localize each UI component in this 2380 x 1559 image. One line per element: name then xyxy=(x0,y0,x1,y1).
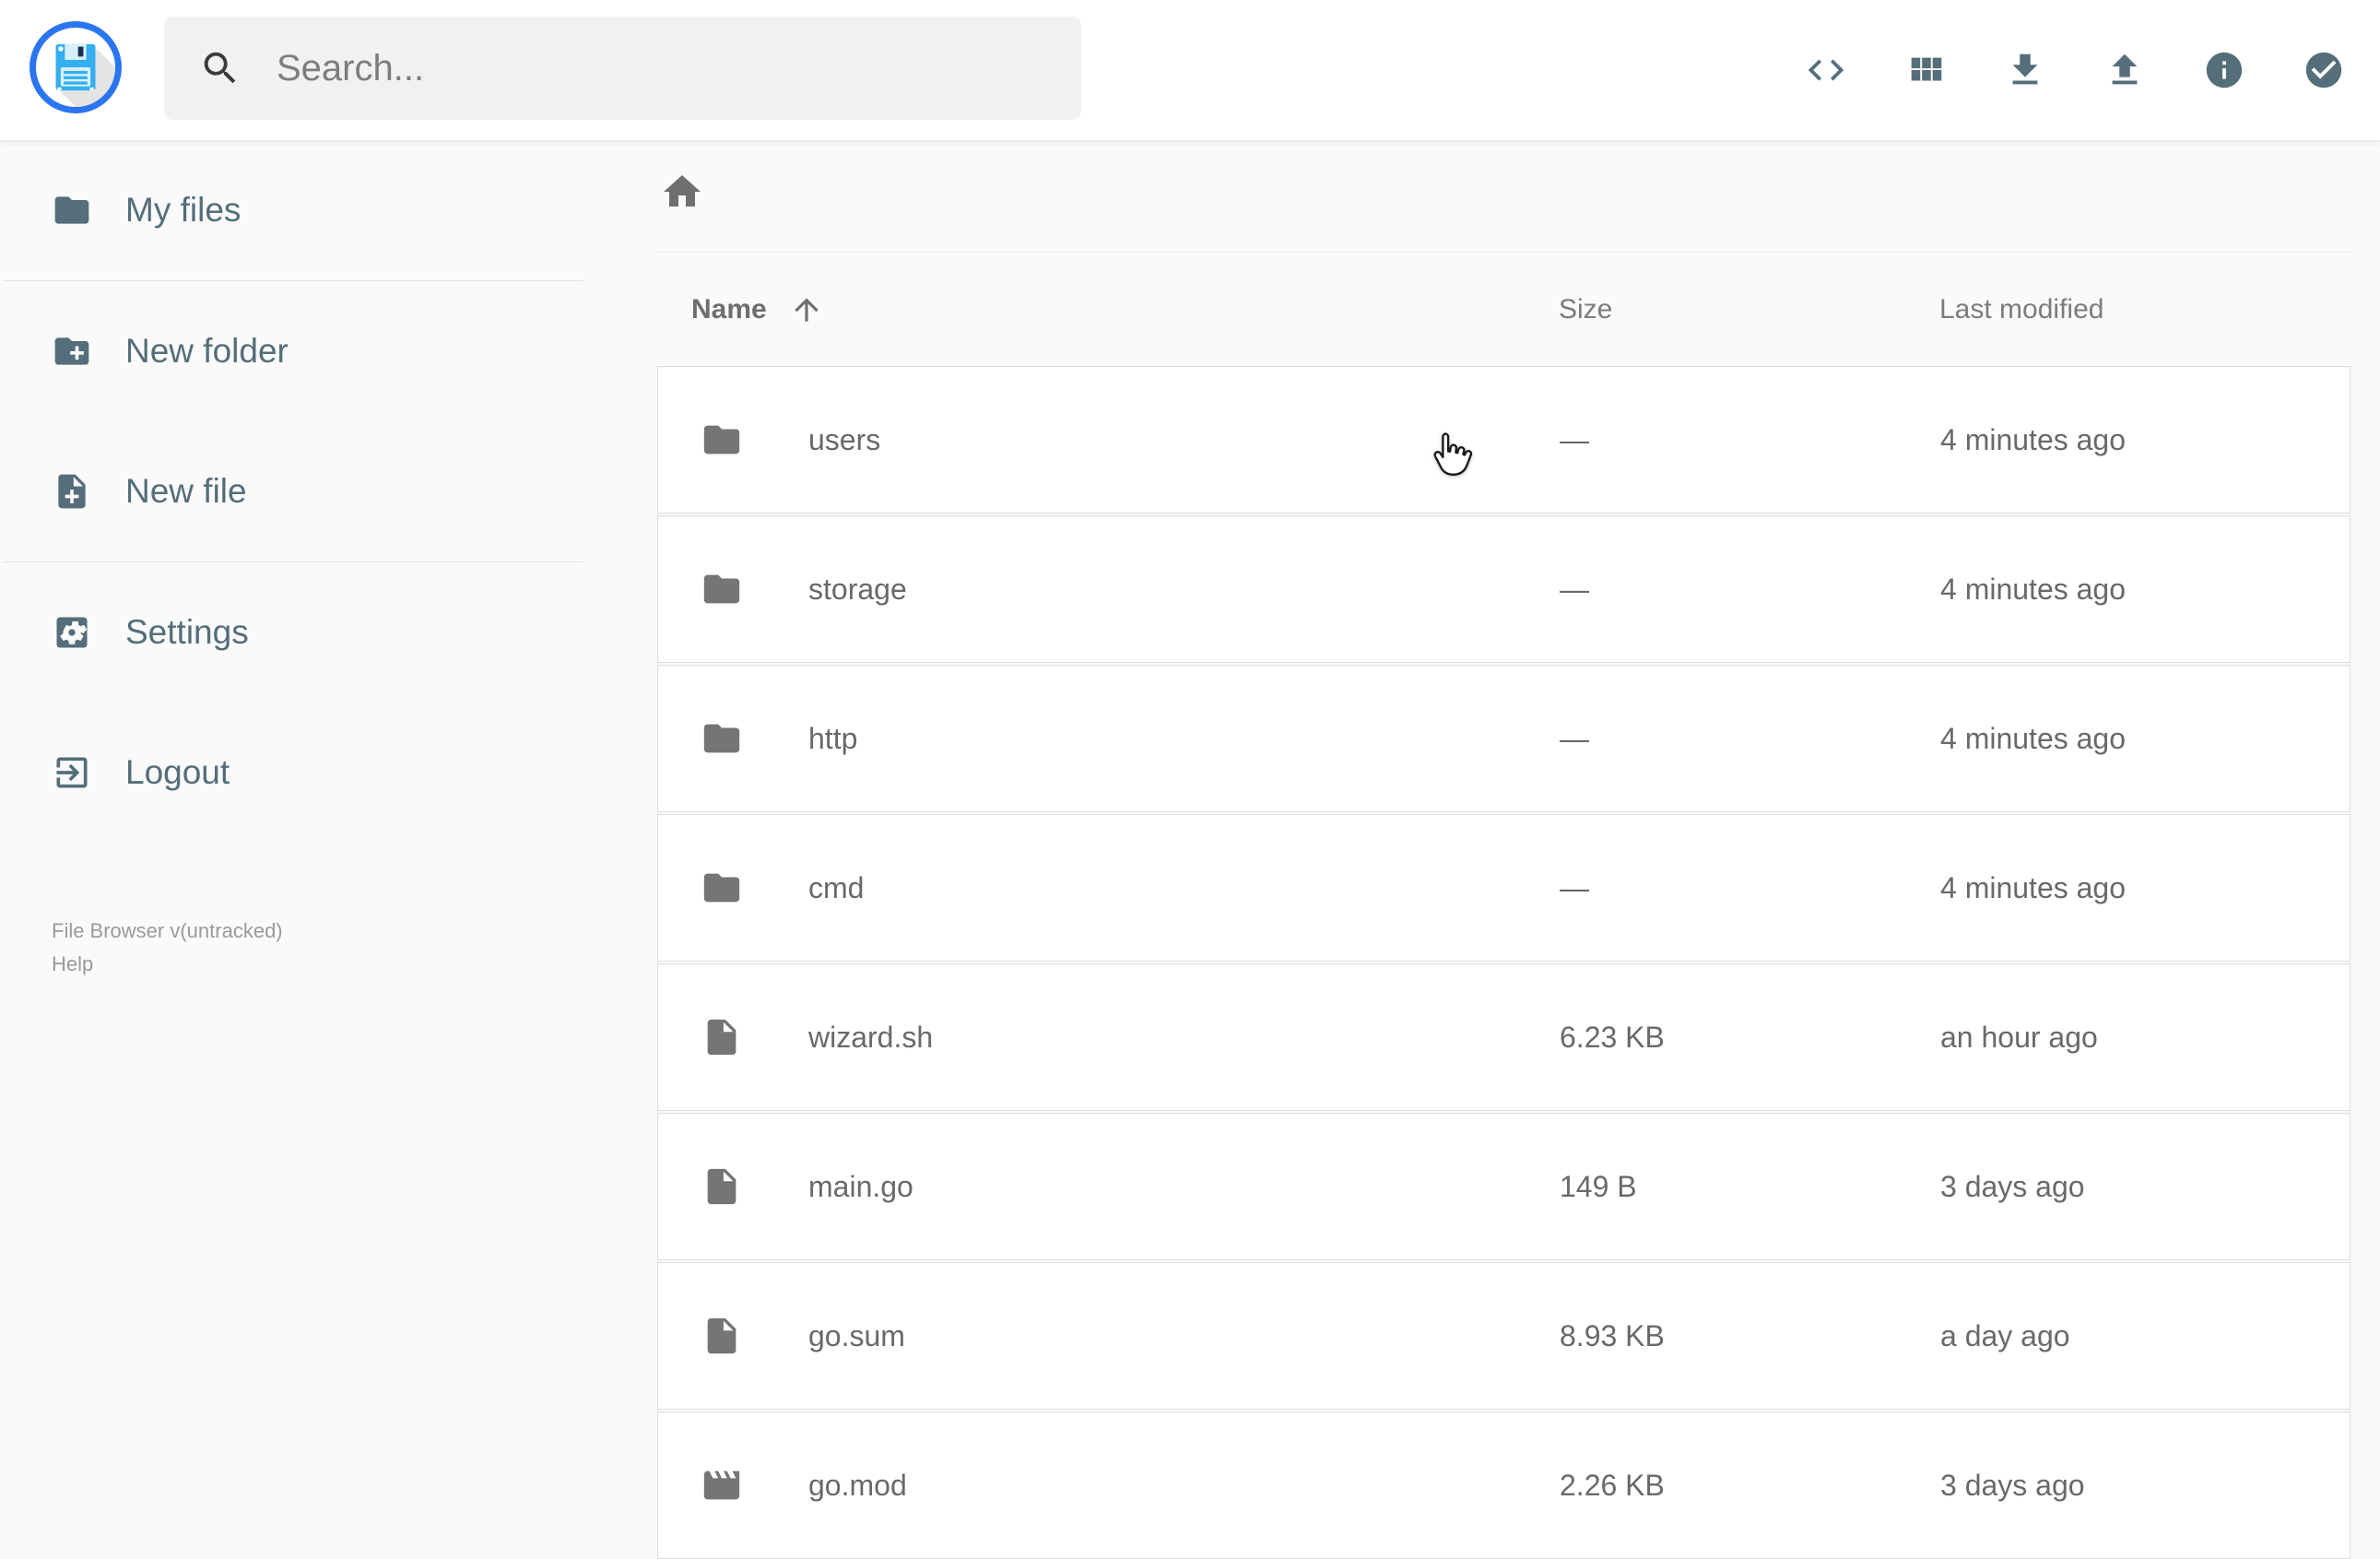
grid-view-icon xyxy=(1904,49,1947,91)
file-modified: an hour ago xyxy=(1940,1020,2098,1054)
sidebar-item-new-file[interactable]: New file xyxy=(0,421,585,561)
download-button[interactable] xyxy=(2004,49,2046,91)
switch-view-button[interactable] xyxy=(1904,49,1947,91)
folder-icon xyxy=(701,867,743,909)
file-size: — xyxy=(1560,422,1589,456)
column-label: Name xyxy=(691,293,767,325)
file-name: cmd xyxy=(808,870,865,904)
file-modified: 3 days ago xyxy=(1940,1468,2085,1502)
search-input[interactable] xyxy=(275,46,1081,90)
upload-icon xyxy=(2103,49,2146,91)
breadcrumb-home-button[interactable] xyxy=(660,170,704,217)
file-name: go.sum xyxy=(808,1318,905,1352)
info-icon xyxy=(2203,49,2245,91)
logout-icon xyxy=(52,752,92,793)
folder-icon xyxy=(701,568,743,610)
file-name: users xyxy=(808,422,881,456)
file-size: 8.93 KB xyxy=(1560,1318,1665,1352)
sidebar-item-my-files[interactable]: My files xyxy=(0,140,585,280)
listing-header: Name Size Last modified xyxy=(657,253,2351,366)
sidebar-item-new-folder[interactable]: New folder xyxy=(0,281,585,421)
sidebar-item-label: Logout xyxy=(125,753,230,791)
file-rows: users — 4 minutes ago storage — 4 minute… xyxy=(657,366,2351,1559)
column-header-size[interactable]: Size xyxy=(1559,294,1939,325)
file-row[interactable]: users — 4 minutes ago xyxy=(657,366,2351,514)
file-modified: 4 minutes ago xyxy=(1940,422,2127,456)
file-name: go.mod xyxy=(808,1468,907,1502)
file-size: — xyxy=(1560,572,1589,606)
upload-button[interactable] xyxy=(2103,49,2146,91)
new-file-icon xyxy=(52,471,92,512)
new-folder-icon xyxy=(52,331,92,372)
help-link[interactable]: Help xyxy=(52,948,93,981)
file-icon xyxy=(701,1315,743,1357)
select-multiple-button[interactable] xyxy=(2303,49,2345,91)
column-header-name[interactable]: Name xyxy=(657,292,1559,327)
file-modified: 4 minutes ago xyxy=(1940,572,2127,606)
file-modified: a day ago xyxy=(1940,1318,2070,1352)
file-icon xyxy=(701,1165,743,1208)
check-circle-icon xyxy=(2303,49,2345,91)
file-size: 6.23 KB xyxy=(1560,1020,1665,1054)
file-size: 149 B xyxy=(1560,1169,1637,1203)
folder-icon xyxy=(52,190,92,230)
file-modified: 4 minutes ago xyxy=(1940,870,2127,904)
file-name: wizard.sh xyxy=(808,1020,934,1054)
file-row[interactable]: storage — 4 minutes ago xyxy=(657,515,2351,663)
file-modified: 4 minutes ago xyxy=(1940,721,2127,755)
folder-icon xyxy=(701,717,743,760)
file-icon xyxy=(701,1016,743,1058)
movie-icon xyxy=(701,1464,743,1506)
sidebar-item-label: My files xyxy=(125,191,242,229)
file-size: — xyxy=(1560,870,1589,904)
sidebar-item-label: New file xyxy=(125,472,247,510)
info-button[interactable] xyxy=(2203,49,2245,91)
file-row[interactable]: go.sum 8.93 KB a day ago xyxy=(657,1262,2351,1410)
sidebar-item-logout[interactable]: Logout xyxy=(0,703,585,843)
file-name: http xyxy=(808,721,858,755)
file-row[interactable]: main.go 149 B 3 days ago xyxy=(657,1113,2351,1260)
file-size: 2.26 KB xyxy=(1560,1468,1665,1502)
folder-icon xyxy=(701,419,743,461)
file-row[interactable]: go.mod 2.26 KB 3 days ago xyxy=(657,1411,2351,1559)
toolbar-actions xyxy=(1805,0,2345,140)
top-bar xyxy=(0,0,2380,141)
download-icon xyxy=(2004,49,2046,91)
file-name: storage xyxy=(808,572,907,606)
app-logo[interactable] xyxy=(29,21,122,113)
sidebar: My files New folder New file Settings Lo… xyxy=(0,140,585,981)
file-row[interactable]: cmd — 4 minutes ago xyxy=(657,814,2351,962)
file-name: main.go xyxy=(808,1169,913,1203)
home-icon xyxy=(660,170,704,214)
sidebar-item-settings[interactable]: Settings xyxy=(0,562,585,703)
file-row[interactable]: wizard.sh 6.23 KB an hour ago xyxy=(657,963,2351,1111)
sidebar-item-label: Settings xyxy=(125,613,249,651)
floppy-disk-icon xyxy=(55,43,115,107)
sidebar-footer: File Browser v(untracked) Help xyxy=(52,915,585,981)
column-header-last-modified[interactable]: Last modified xyxy=(1939,294,2351,325)
sort-asc-icon xyxy=(789,292,824,327)
search-bar[interactable] xyxy=(164,17,1081,120)
code-icon xyxy=(1805,49,1847,91)
file-modified: 3 days ago xyxy=(1940,1169,2085,1203)
sidebar-item-label: New folder xyxy=(125,332,289,370)
code-view-button[interactable] xyxy=(1805,49,1847,91)
search-icon xyxy=(199,47,242,89)
settings-icon xyxy=(52,612,92,653)
file-size: — xyxy=(1560,721,1589,755)
file-row[interactable]: http — 4 minutes ago xyxy=(657,665,2351,812)
app-version-text: File Browser v(untracked) xyxy=(52,919,283,942)
